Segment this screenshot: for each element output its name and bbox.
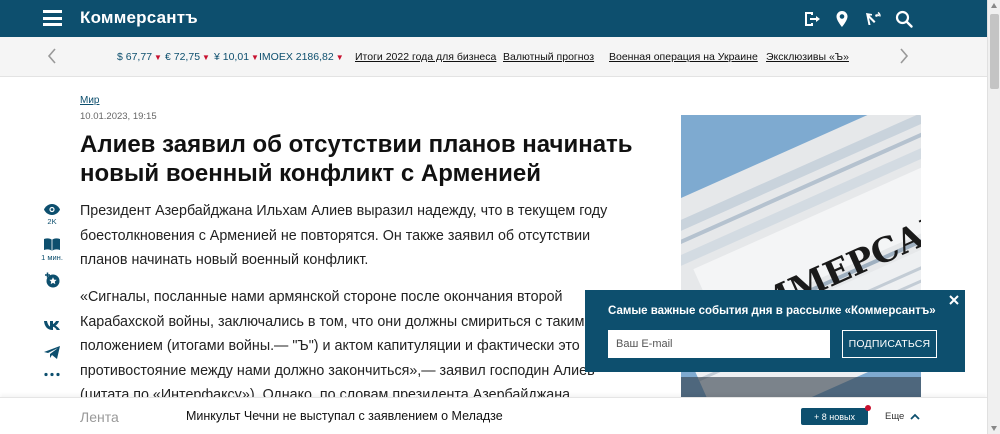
down-marker: ▼	[202, 53, 210, 62]
site-header: Коммерсантъ	[0, 0, 987, 37]
ticker-link-exclusives[interactable]: Эксклюзивы «Ъ»	[766, 51, 849, 63]
scroll-down-icon[interactable]	[991, 426, 997, 431]
quote-value: $ 67,77	[117, 51, 153, 63]
article-lead: Президент Азербайджана Ильхам Алиев выра…	[80, 203, 608, 268]
down-marker: ▼	[251, 53, 259, 62]
ticker-link-results-2022[interactable]: Итоги 2022 года для бизнеса	[355, 51, 496, 63]
location-pin-icon[interactable]	[832, 9, 852, 29]
book-icon	[44, 238, 60, 251]
newsletter-title: Самые важные события дня в рассылке «Ком…	[608, 305, 936, 317]
ticker-link-military-operation[interactable]: Военная операция на Украине	[609, 51, 758, 63]
feed-headline[interactable]: Минкульт Чечни не выступал с заявлением …	[186, 409, 503, 423]
share-vk[interactable]	[40, 320, 64, 331]
eye-icon	[44, 204, 60, 215]
quote-eur[interactable]: € 72,75 ▼	[165, 51, 210, 63]
scrollbar-thumb[interactable]	[990, 14, 999, 89]
feed-more-label: Еще	[885, 411, 905, 422]
radio-icon[interactable]	[863, 9, 883, 29]
chevron-left-icon[interactable]	[45, 46, 59, 66]
article-title: Алиев заявил об отсутствии планов начина…	[80, 131, 633, 187]
page: Коммерсантъ $ 67,77 ▼ € 72,75 ▼ ¥ 10,01 ▼ I…	[0, 0, 1000, 434]
notification-dot	[865, 405, 871, 411]
news-feed-bar: Лента Минкульт Чечни не выступал с заявл…	[0, 397, 987, 434]
vk-icon	[44, 321, 60, 330]
quote-cny[interactable]: ¥ 10,01 ▼	[214, 51, 259, 63]
down-marker: ▼	[335, 53, 344, 62]
quote-imoex[interactable]: IMOEX 2186,82 ▼	[259, 51, 344, 63]
share-more[interactable]	[40, 372, 64, 377]
favorite-button[interactable]	[40, 271, 64, 289]
quote-usd[interactable]: $ 67,77 ▼	[117, 51, 162, 63]
read-time-value: 1 мин.	[41, 253, 63, 262]
telegram-icon	[44, 346, 60, 359]
login-icon[interactable]	[801, 9, 821, 29]
close-icon[interactable]	[948, 293, 960, 305]
views-count: 2K	[47, 217, 57, 226]
feed-more-button[interactable]: Еще	[885, 411, 920, 422]
menu-icon[interactable]	[43, 10, 62, 26]
read-time: 1 мин.	[40, 237, 64, 262]
subscribe-button[interactable]: ПОДПИСАТЬСЯ	[842, 330, 937, 358]
down-marker: ▼	[154, 53, 162, 62]
chevron-right-icon[interactable]	[897, 46, 911, 66]
quote-value: € 72,75	[165, 51, 201, 63]
new-items-button[interactable]: + 8 новых	[801, 408, 868, 425]
email-input[interactable]	[608, 330, 830, 358]
ticker-bar: $ 67,77 ▼ € 72,75 ▼ ¥ 10,01 ▼ IMOEX 2186,82…	[0, 37, 987, 77]
newsletter-popup: Самые важные события дня в рассылке «Ком…	[585, 290, 965, 372]
views-counter: 2K	[40, 203, 64, 226]
article-date: 10.01.2023, 19:15	[80, 111, 157, 122]
star-add-icon	[45, 272, 60, 288]
chevron-up-icon	[910, 413, 920, 420]
scrollbar[interactable]	[987, 0, 1000, 434]
share-telegram[interactable]	[40, 345, 64, 360]
site-logo[interactable]: Коммерсантъ	[80, 8, 198, 28]
article-rubric[interactable]: Мир	[80, 95, 99, 106]
search-icon[interactable]	[894, 9, 914, 29]
feed-label[interactable]: Лента	[80, 409, 119, 425]
more-dots-icon	[44, 372, 60, 377]
ticker-link-currency-forecast[interactable]: Валютный прогноз	[503, 51, 594, 63]
quote-value: IMOEX 2186,82	[259, 51, 334, 63]
article-paragraph: «Сигналы, посланные нами армянской сторо…	[80, 289, 595, 397]
scroll-up-icon[interactable]	[991, 3, 997, 8]
quote-value: ¥ 10,01	[214, 51, 250, 63]
